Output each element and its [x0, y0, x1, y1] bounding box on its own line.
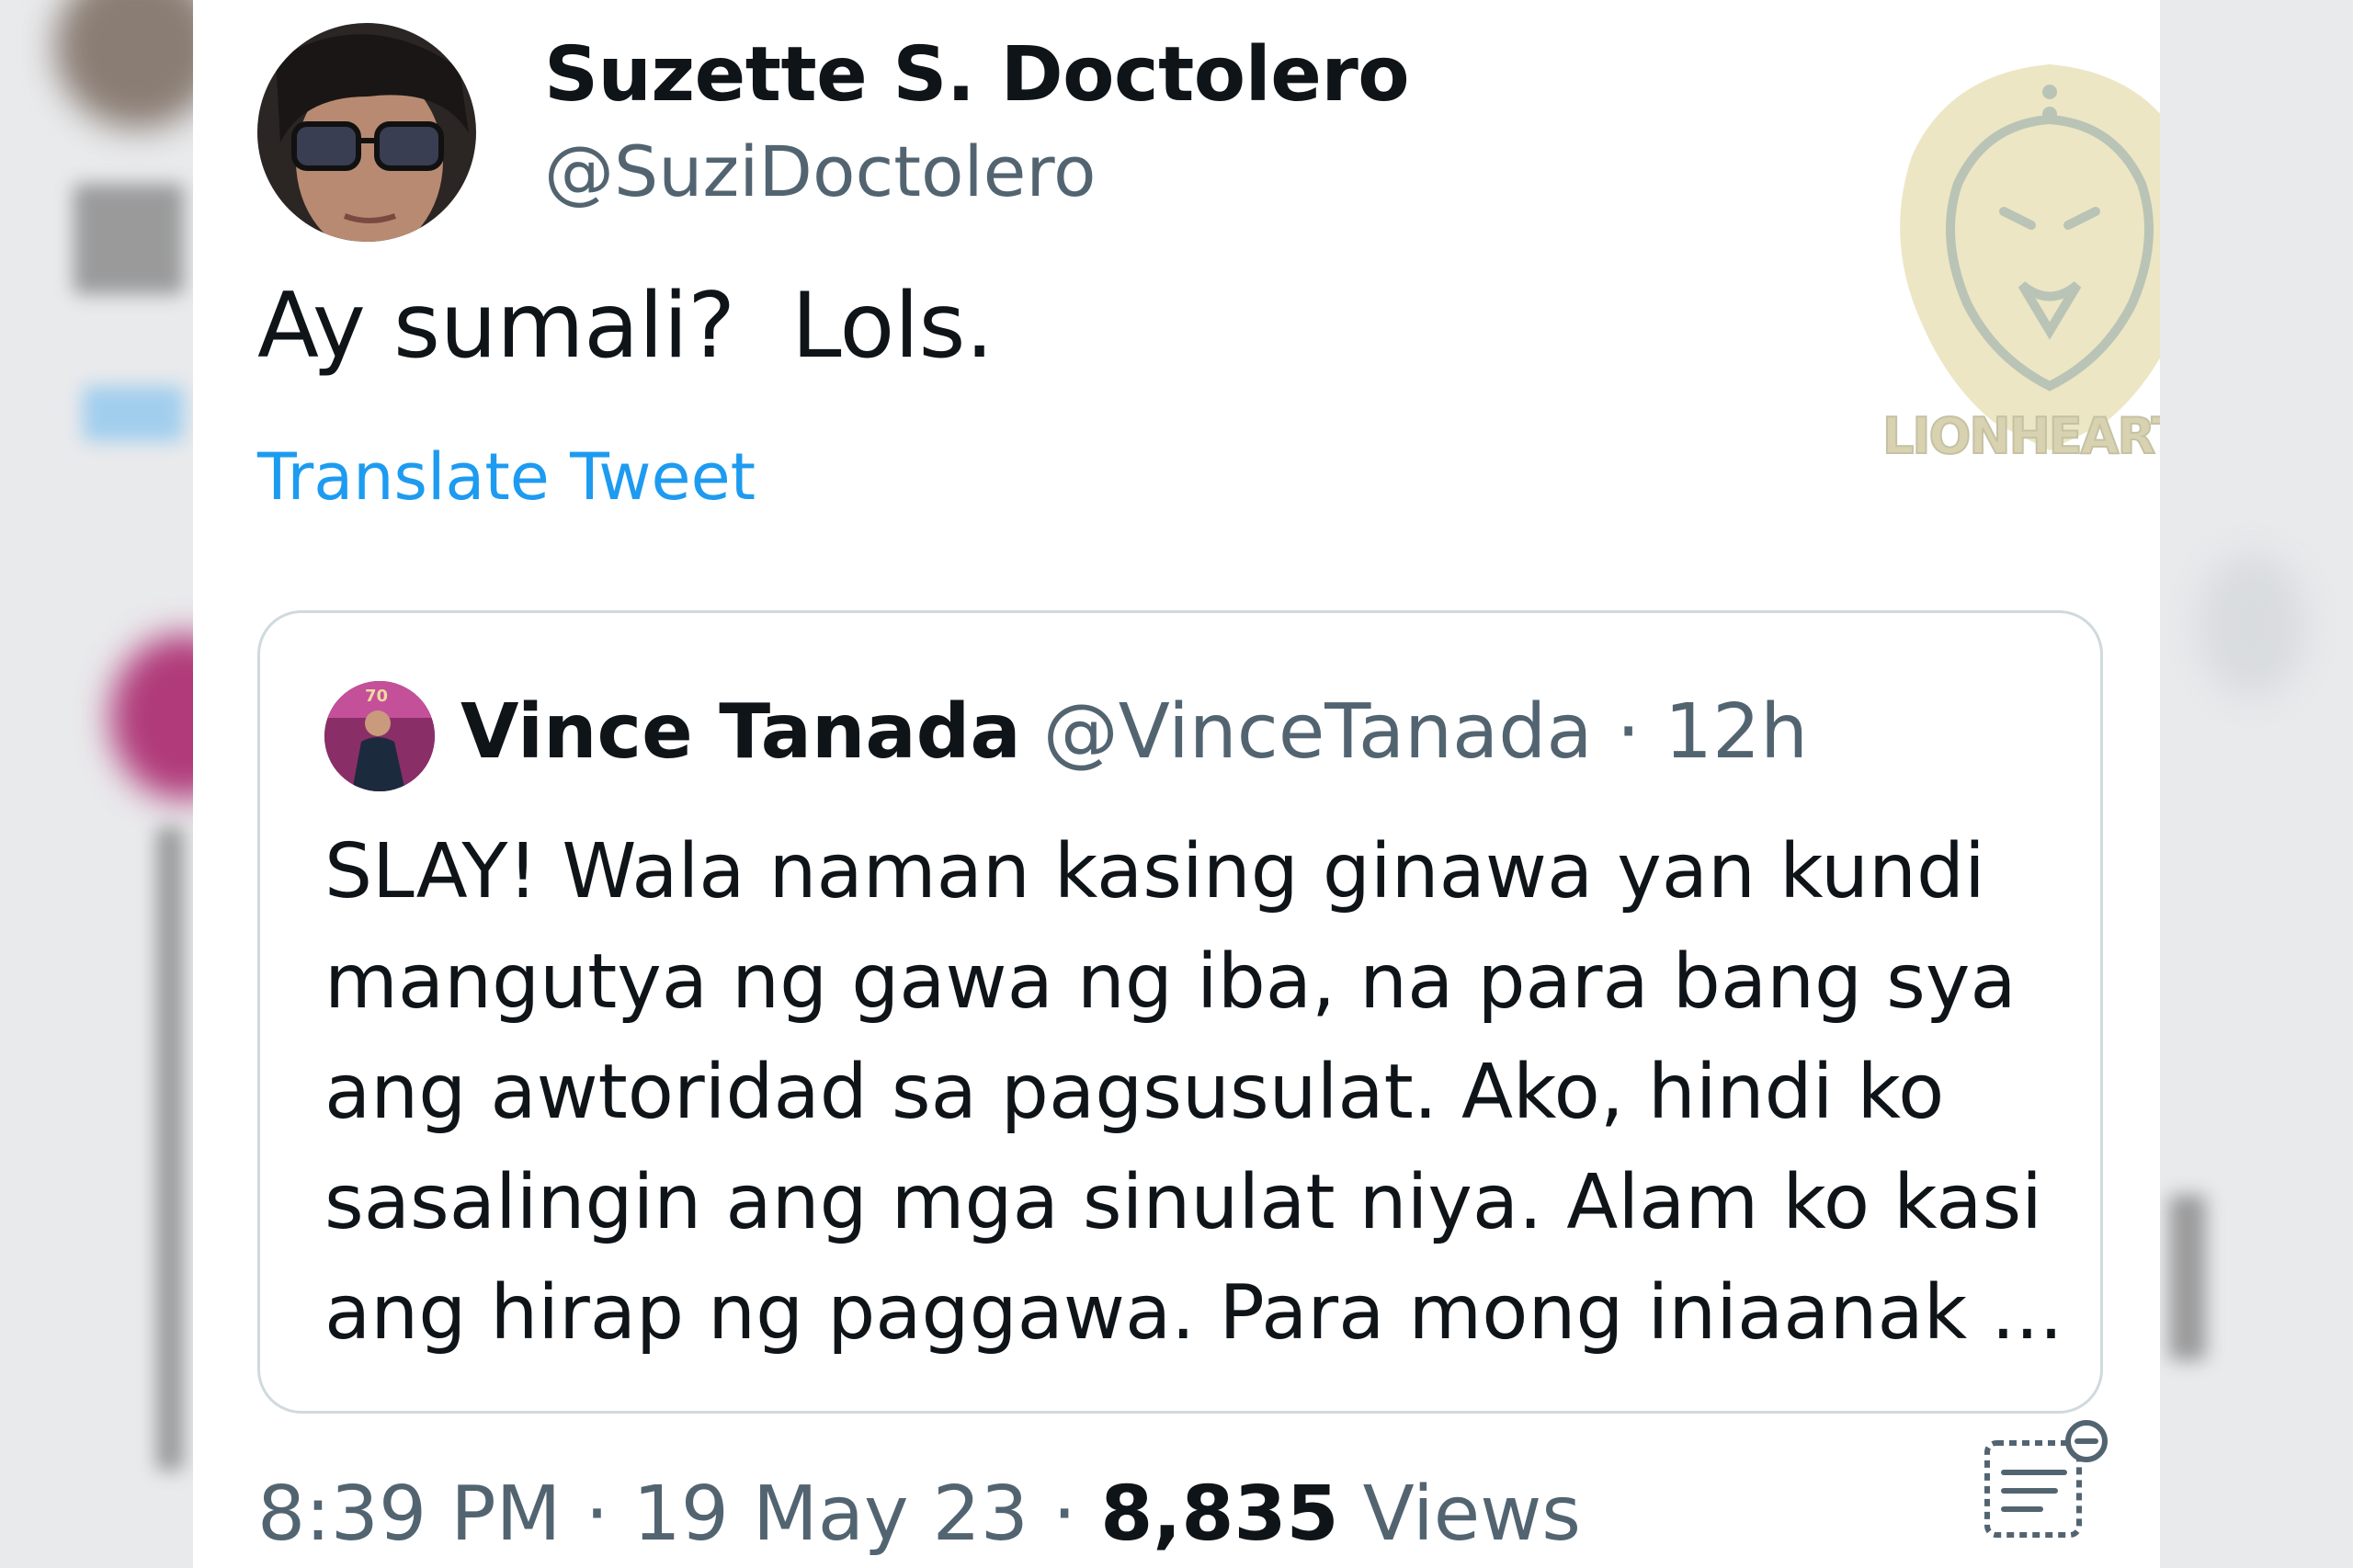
- tweet-card[interactable]: Suzette S. Doctolero @SuziDoctolero Ay s…: [193, 0, 2160, 1568]
- background-left-blur: [0, 0, 193, 1568]
- blurred-text: [156, 827, 184, 1471]
- blurred-avatar: [110, 634, 193, 800]
- separator-dot: ·: [585, 1471, 609, 1558]
- author-display-name[interactable]: Suzette S. Doctolero: [544, 31, 1410, 119]
- tweet-time[interactable]: 8:39 PM: [257, 1471, 561, 1558]
- avatar-image: [257, 23, 476, 242]
- svg-text:70: 70: [365, 687, 388, 706]
- separator-dot: ·: [1616, 688, 1641, 776]
- quoted-tweet[interactable]: 70 Vince Tanada @VinceTanada · 12h SLAY! …: [257, 610, 2103, 1414]
- separator-dot: ·: [1052, 1471, 1077, 1558]
- blurred-avatar: [55, 0, 193, 129]
- tweet-text: Ay sumali? Lols.: [257, 274, 994, 379]
- tweet-date[interactable]: 19 May 23: [633, 1471, 1029, 1558]
- blurred-link: [83, 386, 184, 441]
- blurred-text: [74, 184, 184, 294]
- views-count: 8,835: [1100, 1471, 1339, 1558]
- quoted-author-avatar[interactable]: 70: [324, 681, 435, 791]
- watermark-label: LIONHEARTV: [1881, 406, 2160, 466]
- author-handle[interactable]: @SuziDoctolero: [544, 131, 1096, 212]
- analytics-icon[interactable]: [1976, 1415, 2114, 1544]
- quoted-author-handle[interactable]: @VinceTanada: [1043, 688, 1593, 776]
- background-right-blur: [2160, 0, 2353, 1568]
- quoted-author-name[interactable]: Vince Tanada: [460, 688, 1021, 776]
- quoted-tweet-header: Vince Tanada @VinceTanada · 12h: [460, 688, 1808, 776]
- quoted-tweet-age[interactable]: 12h: [1665, 688, 1808, 776]
- views-label: Views: [1362, 1471, 1581, 1558]
- quoted-avatar-image: 70: [324, 681, 435, 791]
- blurred-text: [2169, 1195, 2206, 1360]
- quoted-tweet-text: SLAY! Wala naman kasing ginawa yan kundi…: [324, 828, 2063, 1357]
- tweet-meta: 8:39 PM · 19 May 23 · 8,835 Views: [257, 1471, 1581, 1558]
- blurred-shape: [2197, 551, 2307, 699]
- translate-tweet-link[interactable]: Translate Tweet: [257, 439, 756, 515]
- author-avatar[interactable]: [257, 23, 476, 242]
